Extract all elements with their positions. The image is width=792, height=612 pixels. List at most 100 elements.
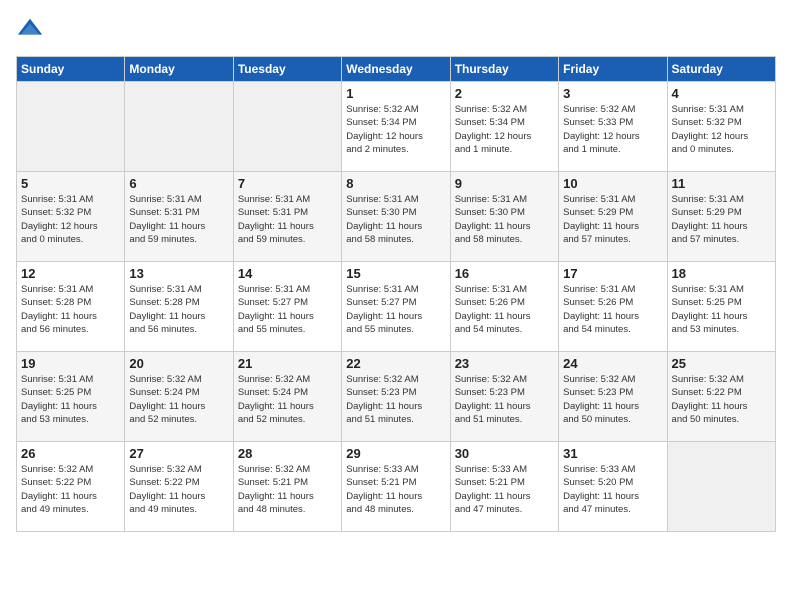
day-info: Sunrise: 5:31 AM Sunset: 5:28 PM Dayligh… <box>129 283 228 336</box>
day-number: 4 <box>672 86 771 101</box>
day-info: Sunrise: 5:31 AM Sunset: 5:28 PM Dayligh… <box>21 283 120 336</box>
day-number: 30 <box>455 446 554 461</box>
day-info: Sunrise: 5:31 AM Sunset: 5:25 PM Dayligh… <box>672 283 771 336</box>
logo-icon <box>16 16 44 44</box>
calendar-week-row: 19Sunrise: 5:31 AM Sunset: 5:25 PM Dayli… <box>17 352 776 442</box>
weekday-header: Friday <box>559 57 667 82</box>
day-info: Sunrise: 5:33 AM Sunset: 5:21 PM Dayligh… <box>455 463 554 516</box>
calendar-cell: 30 Sunrise: 5:33 AM Sunset: 5:21 PM Dayli… <box>450 442 558 532</box>
day-number: 21 <box>238 356 337 371</box>
calendar-cell: 27 Sunrise: 5:32 AM Sunset: 5:22 PM Dayli… <box>125 442 233 532</box>
calendar-cell: 16 Sunrise: 5:31 AM Sunset: 5:26 PM Dayli… <box>450 262 558 352</box>
calendar-week-row: 12 Sunrise: 5:31 AM Sunset: 5:28 PM Dayli… <box>17 262 776 352</box>
weekday-header: Monday <box>125 57 233 82</box>
calendar-cell: 10 Sunrise: 5:31 AM Sunset: 5:29 PM Dayli… <box>559 172 667 262</box>
page-header <box>16 16 776 44</box>
day-info: Sunrise: 5:31 AM Sunset: 5:29 PM Dayligh… <box>563 193 662 246</box>
day-number: 12 <box>21 266 120 281</box>
calendar-header-row: SundayMondayTuesdayWednesdayThursdayFrid… <box>17 57 776 82</box>
day-number: 22 <box>346 356 445 371</box>
day-info: Sunrise: 5:32 AM Sunset: 5:21 PM Dayligh… <box>238 463 337 516</box>
day-number: 5 <box>21 176 120 191</box>
day-info: Sunrise: 5:31 AM Sunset: 5:31 PM Dayligh… <box>129 193 228 246</box>
day-info: Sunrise: 5:31 AM Sunset: 5:26 PM Dayligh… <box>455 283 554 336</box>
day-info: Sunrise: 5:32 AM Sunset: 5:24 PM Dayligh… <box>238 373 337 426</box>
calendar-cell: 24 Sunrise: 5:32 AM Sunset: 5:23 PM Dayli… <box>559 352 667 442</box>
day-number: 2 <box>455 86 554 101</box>
day-info: Sunrise: 5:31 AM Sunset: 5:27 PM Dayligh… <box>238 283 337 336</box>
day-info: Sunrise: 5:31 AM Sunset: 5:30 PM Dayligh… <box>346 193 445 246</box>
calendar-body: 1 Sunrise: 5:32 AM Sunset: 5:34 PM Daylig… <box>17 82 776 532</box>
day-number: 31 <box>563 446 662 461</box>
calendar-cell: 17 Sunrise: 5:31 AM Sunset: 5:26 PM Dayli… <box>559 262 667 352</box>
day-info: Sunrise: 5:32 AM Sunset: 5:24 PM Dayligh… <box>129 373 228 426</box>
calendar-cell <box>233 82 341 172</box>
day-number: 28 <box>238 446 337 461</box>
day-info: Sunrise: 5:32 AM Sunset: 5:23 PM Dayligh… <box>563 373 662 426</box>
calendar-cell: 31 Sunrise: 5:33 AM Sunset: 5:20 PM Dayli… <box>559 442 667 532</box>
day-info: Sunrise: 5:32 AM Sunset: 5:23 PM Dayligh… <box>346 373 445 426</box>
calendar-cell: 21 Sunrise: 5:32 AM Sunset: 5:24 PM Dayli… <box>233 352 341 442</box>
day-info: Sunrise: 5:32 AM Sunset: 5:22 PM Dayligh… <box>672 373 771 426</box>
calendar-cell: 18 Sunrise: 5:31 AM Sunset: 5:25 PM Dayli… <box>667 262 775 352</box>
day-info: Sunrise: 5:31 AM Sunset: 5:32 PM Dayligh… <box>21 193 120 246</box>
day-number: 3 <box>563 86 662 101</box>
calendar-cell: 8 Sunrise: 5:31 AM Sunset: 5:30 PM Daylig… <box>342 172 450 262</box>
day-number: 17 <box>563 266 662 281</box>
day-number: 29 <box>346 446 445 461</box>
day-info: Sunrise: 5:32 AM Sunset: 5:22 PM Dayligh… <box>21 463 120 516</box>
day-info: Sunrise: 5:31 AM Sunset: 5:25 PM Dayligh… <box>21 373 120 426</box>
day-number: 7 <box>238 176 337 191</box>
day-number: 10 <box>563 176 662 191</box>
calendar-week-row: 1 Sunrise: 5:32 AM Sunset: 5:34 PM Daylig… <box>17 82 776 172</box>
calendar-cell: 11Sunrise: 5:31 AM Sunset: 5:29 PM Dayli… <box>667 172 775 262</box>
day-number: 27 <box>129 446 228 461</box>
calendar-cell: 14 Sunrise: 5:31 AM Sunset: 5:27 PM Dayli… <box>233 262 341 352</box>
day-info: Sunrise: 5:32 AM Sunset: 5:22 PM Dayligh… <box>129 463 228 516</box>
day-number: 11 <box>672 176 771 191</box>
weekday-header: Wednesday <box>342 57 450 82</box>
day-info: Sunrise: 5:31 AM Sunset: 5:26 PM Dayligh… <box>563 283 662 336</box>
day-number: 14 <box>238 266 337 281</box>
day-number: 1 <box>346 86 445 101</box>
weekday-header: Thursday <box>450 57 558 82</box>
calendar-cell: 6 Sunrise: 5:31 AM Sunset: 5:31 PM Daylig… <box>125 172 233 262</box>
calendar-week-row: 5 Sunrise: 5:31 AM Sunset: 5:32 PM Daylig… <box>17 172 776 262</box>
calendar-cell <box>667 442 775 532</box>
day-number: 16 <box>455 266 554 281</box>
day-number: 23 <box>455 356 554 371</box>
day-info: Sunrise: 5:31 AM Sunset: 5:30 PM Dayligh… <box>455 193 554 246</box>
day-info: Sunrise: 5:32 AM Sunset: 5:34 PM Dayligh… <box>346 103 445 156</box>
calendar-cell: 26Sunrise: 5:32 AM Sunset: 5:22 PM Dayli… <box>17 442 125 532</box>
calendar-cell: 29 Sunrise: 5:33 AM Sunset: 5:21 PM Dayli… <box>342 442 450 532</box>
day-number: 6 <box>129 176 228 191</box>
day-number: 8 <box>346 176 445 191</box>
weekday-header: Saturday <box>667 57 775 82</box>
day-number: 9 <box>455 176 554 191</box>
calendar: SundayMondayTuesdayWednesdayThursdayFrid… <box>16 56 776 532</box>
day-number: 13 <box>129 266 228 281</box>
day-info: Sunrise: 5:31 AM Sunset: 5:27 PM Dayligh… <box>346 283 445 336</box>
calendar-cell: 23Sunrise: 5:32 AM Sunset: 5:23 PM Dayli… <box>450 352 558 442</box>
logo <box>16 16 48 44</box>
calendar-cell: 3Sunrise: 5:32 AM Sunset: 5:33 PM Daylig… <box>559 82 667 172</box>
calendar-cell <box>17 82 125 172</box>
day-info: Sunrise: 5:33 AM Sunset: 5:20 PM Dayligh… <box>563 463 662 516</box>
calendar-cell: 13 Sunrise: 5:31 AM Sunset: 5:28 PM Dayli… <box>125 262 233 352</box>
calendar-cell: 2 Sunrise: 5:32 AM Sunset: 5:34 PM Daylig… <box>450 82 558 172</box>
calendar-cell: 4Sunrise: 5:31 AM Sunset: 5:32 PM Daylig… <box>667 82 775 172</box>
day-number: 20 <box>129 356 228 371</box>
calendar-cell <box>125 82 233 172</box>
calendar-week-row: 26Sunrise: 5:32 AM Sunset: 5:22 PM Dayli… <box>17 442 776 532</box>
calendar-cell: 28 Sunrise: 5:32 AM Sunset: 5:21 PM Dayli… <box>233 442 341 532</box>
calendar-cell: 19Sunrise: 5:31 AM Sunset: 5:25 PM Dayli… <box>17 352 125 442</box>
calendar-cell: 9 Sunrise: 5:31 AM Sunset: 5:30 PM Daylig… <box>450 172 558 262</box>
day-number: 24 <box>563 356 662 371</box>
calendar-cell: 7 Sunrise: 5:31 AM Sunset: 5:31 PM Daylig… <box>233 172 341 262</box>
calendar-cell: 22 Sunrise: 5:32 AM Sunset: 5:23 PM Dayli… <box>342 352 450 442</box>
day-info: Sunrise: 5:32 AM Sunset: 5:34 PM Dayligh… <box>455 103 554 156</box>
day-number: 15 <box>346 266 445 281</box>
day-info: Sunrise: 5:33 AM Sunset: 5:21 PM Dayligh… <box>346 463 445 516</box>
day-info: Sunrise: 5:31 AM Sunset: 5:31 PM Dayligh… <box>238 193 337 246</box>
day-number: 18 <box>672 266 771 281</box>
